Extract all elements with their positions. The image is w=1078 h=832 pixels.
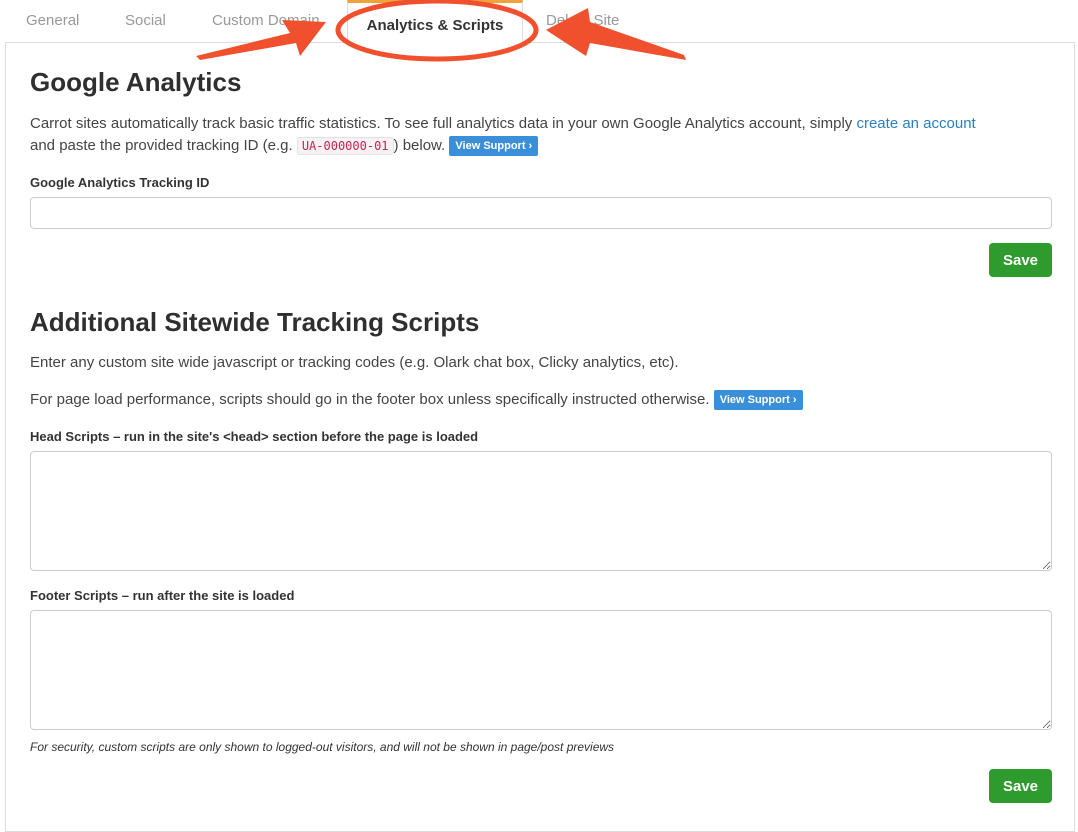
ga-description-line1: Carrot sites automatically track basic t…	[30, 113, 976, 135]
ga-description-text-2: and paste the provided tracking ID (e.g.	[30, 137, 297, 154]
head-scripts-textarea[interactable]	[30, 451, 1052, 571]
scripts-description-2-line: For page load performance, scripts shoul…	[30, 389, 803, 411]
create-account-link[interactable]: create an account	[856, 115, 975, 132]
settings-tabs: General Social Custom Domain Analytics &…	[0, 0, 1078, 43]
tab-social[interactable]: Social	[125, 0, 166, 42]
tab-custom-domain[interactable]: Custom Domain	[212, 0, 320, 42]
ga-tracking-id-input[interactable]	[30, 197, 1052, 229]
footer-scripts-label: Footer Scripts – run after the site is l…	[30, 588, 295, 603]
view-support-button-ga[interactable]: View Support ›	[449, 136, 539, 156]
scripts-save-button[interactable]: Save	[989, 769, 1052, 803]
tracking-id-example: UA-000000-01	[296, 137, 394, 155]
ga-tracking-id-label: Google Analytics Tracking ID	[30, 175, 210, 190]
ga-description-text: Carrot sites automatically track basic t…	[30, 115, 857, 132]
scripts-description-2: For page load performance, scripts shoul…	[30, 391, 710, 408]
google-analytics-heading: Google Analytics	[30, 67, 242, 97]
tab-delete-site[interactable]: Delete Site	[546, 0, 619, 42]
ga-description-text-3: ) below.	[393, 137, 446, 154]
view-support-button-scripts[interactable]: View Support ›	[713, 390, 803, 410]
tab-general[interactable]: General	[26, 0, 79, 42]
footer-scripts-textarea[interactable]	[30, 610, 1052, 730]
security-note: For security, custom scripts are only sh…	[30, 740, 615, 754]
ga-save-button[interactable]: Save	[989, 243, 1052, 277]
ga-description-line2: and paste the provided tracking ID (e.g.…	[30, 135, 539, 157]
tab-analytics-scripts[interactable]: Analytics & Scripts	[347, 0, 523, 43]
tracking-scripts-heading: Additional Sitewide Tracking Scripts	[30, 307, 480, 337]
scripts-description-1: Enter any custom site wide javascript or…	[30, 354, 679, 371]
head-scripts-label: Head Scripts – run in the site's <head> …	[30, 429, 479, 444]
